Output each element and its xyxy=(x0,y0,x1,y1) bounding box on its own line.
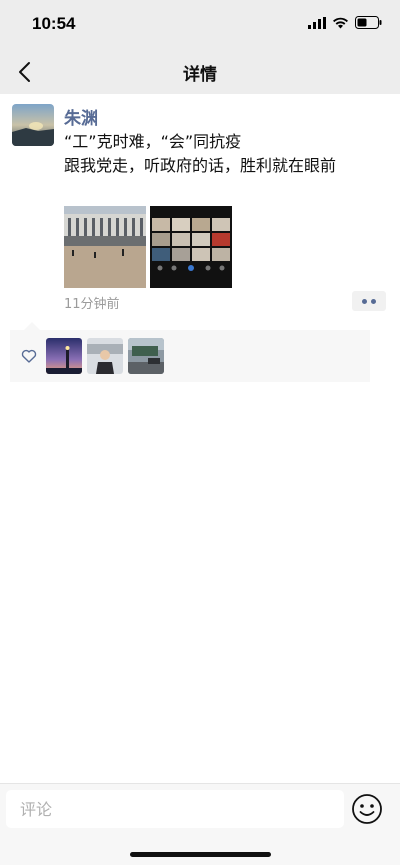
author-name[interactable]: 朱渊 xyxy=(64,104,98,129)
more-dot xyxy=(371,298,376,304)
more-dot xyxy=(362,298,367,304)
liker-avatar[interactable] xyxy=(46,338,82,374)
likes-panel xyxy=(10,322,370,382)
status-bar: 10:54 xyxy=(0,0,400,50)
signal-icon xyxy=(308,16,326,29)
status-icons xyxy=(308,16,382,29)
post-photo[interactable] xyxy=(64,206,146,288)
nav-bar: 详情 xyxy=(0,50,400,94)
battery-icon xyxy=(355,16,382,29)
post-content-line: “工”克时难，“会”同抗疫 xyxy=(64,132,242,151)
post-content-line: 跟我党走，听政府的话，胜利就在眼前 xyxy=(64,156,337,175)
post-content: “工”克时难，“会”同抗疫 跟我党走，听政府的话，胜利就在眼前 xyxy=(64,130,384,178)
comment-input[interactable] xyxy=(6,790,344,828)
post-time: 11分钟前 xyxy=(64,297,120,312)
post-photo[interactable] xyxy=(150,206,232,288)
wifi-icon xyxy=(333,17,348,28)
home-indicator[interactable] xyxy=(130,852,271,857)
likes-arrow xyxy=(24,322,40,330)
heart-icon xyxy=(21,349,37,363)
more-actions-button[interactable] xyxy=(352,291,386,311)
page-title: 详情 xyxy=(183,65,217,85)
liker-avatar[interactable] xyxy=(87,338,123,374)
status-time: 10:54 xyxy=(32,14,76,33)
author-avatar[interactable] xyxy=(12,104,54,146)
liker-avatar[interactable] xyxy=(128,338,164,374)
emoji-icon[interactable] xyxy=(350,792,384,826)
